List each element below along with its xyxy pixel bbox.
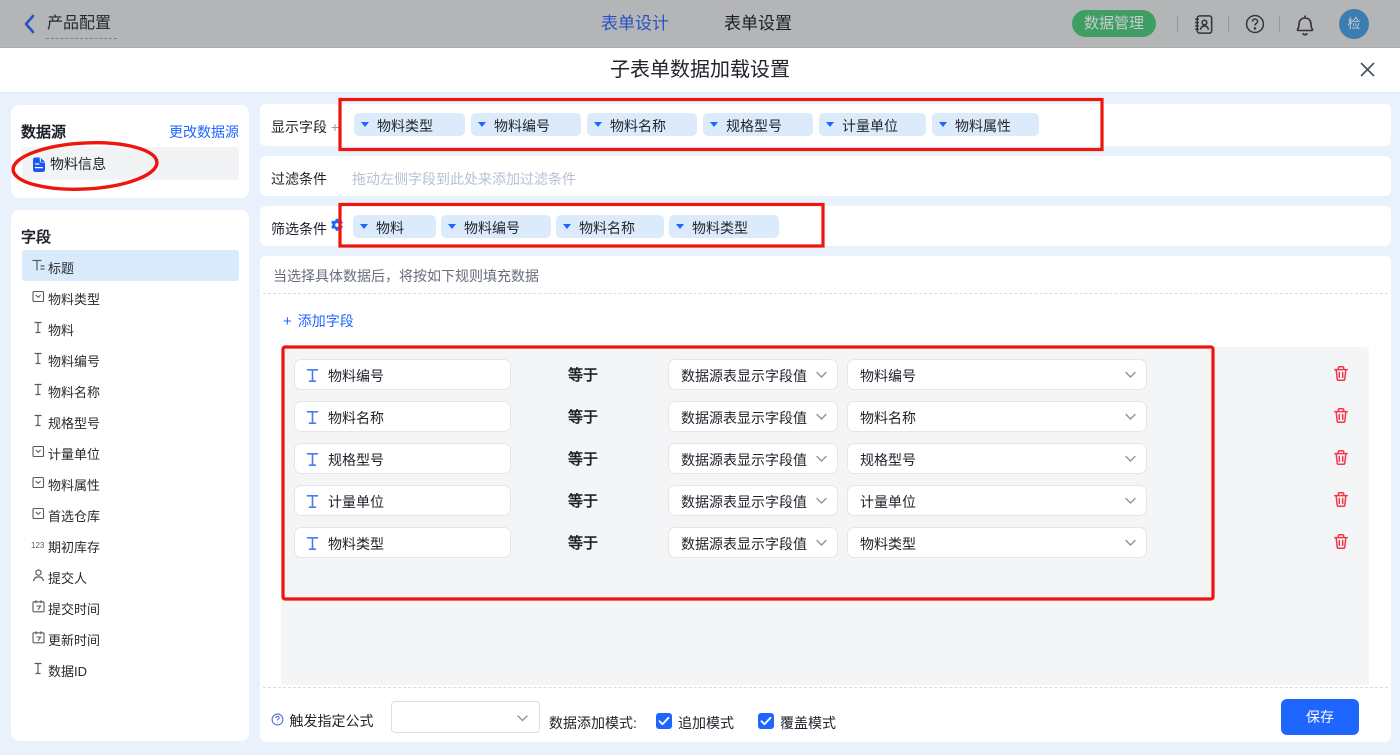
svg-text:123: 123 [31,541,45,550]
